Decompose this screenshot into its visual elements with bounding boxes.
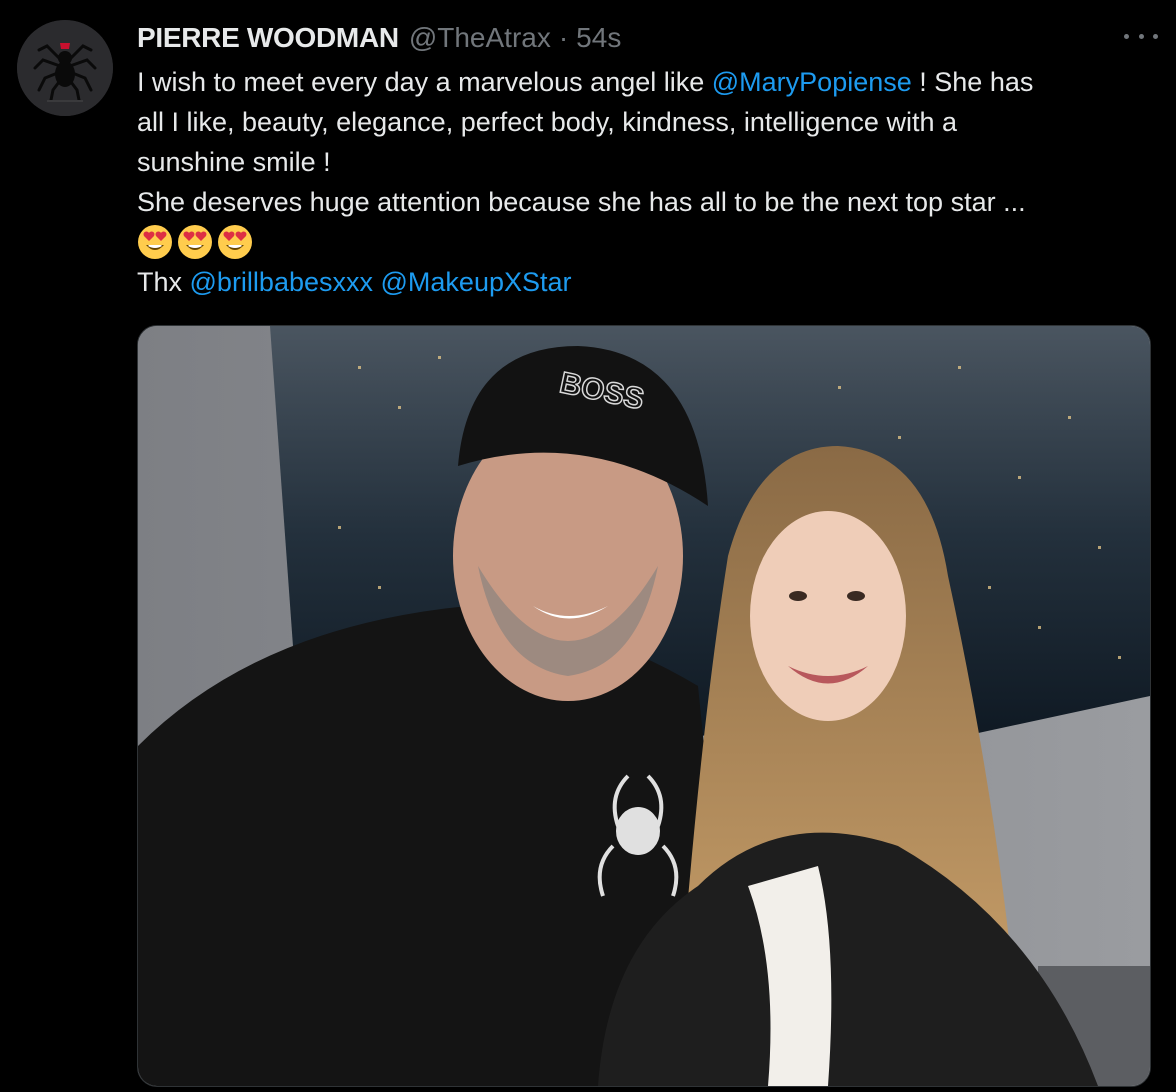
- spider-logo-icon: [17, 20, 113, 116]
- tweet: PIERRE WOODMAN @TheAtrax · 54s I wish to…: [0, 0, 1176, 1092]
- mention-link[interactable]: @brillbabesxxx: [190, 267, 373, 297]
- more-dot: [1153, 33, 1158, 39]
- more-dot: [1124, 33, 1129, 39]
- text-line: Thx @brillbabesxxx @MakeupXStar: [137, 262, 1157, 302]
- timestamp[interactable]: 54s: [576, 22, 621, 54]
- emoji-line: [137, 222, 1157, 262]
- tweet-text: I wish to meet every day a marvelous ang…: [137, 62, 1157, 302]
- mention-link[interactable]: @MaryPopiense: [712, 67, 912, 97]
- text-line: I wish to meet every day a marvelous ang…: [137, 62, 1157, 102]
- text-segment: ! She has: [911, 67, 1034, 97]
- tweet-photo[interactable]: BOSS: [137, 325, 1151, 1087]
- text-line: She deserves huge attention because she …: [137, 187, 1026, 217]
- text-segment: Thx: [137, 267, 190, 297]
- text-line: all I like, beauty, elegance, perfect bo…: [137, 107, 957, 137]
- more-dot: [1138, 33, 1144, 39]
- display-name[interactable]: PIERRE WOODMAN: [137, 22, 399, 54]
- text-segment: I wish to meet every day a marvelous ang…: [137, 67, 712, 97]
- photo-illustration: BOSS: [138, 326, 1150, 1086]
- woman-face: [750, 511, 906, 721]
- heart-eyes-emoji-icon: [177, 224, 213, 260]
- text-line: sunshine smile !: [137, 147, 331, 177]
- separator-dot: ·: [558, 22, 569, 53]
- mention-link[interactable]: @MakeupXStar: [381, 267, 572, 297]
- avatar[interactable]: [17, 20, 113, 116]
- user-handle[interactable]: @TheAtrax: [409, 22, 551, 54]
- more-options-icon[interactable]: [1124, 26, 1158, 46]
- heart-eyes-emoji-icon: [217, 224, 253, 260]
- tweet-header: PIERRE WOODMAN @TheAtrax · 54s: [137, 18, 621, 58]
- heart-eyes-emoji-icon: [137, 224, 173, 260]
